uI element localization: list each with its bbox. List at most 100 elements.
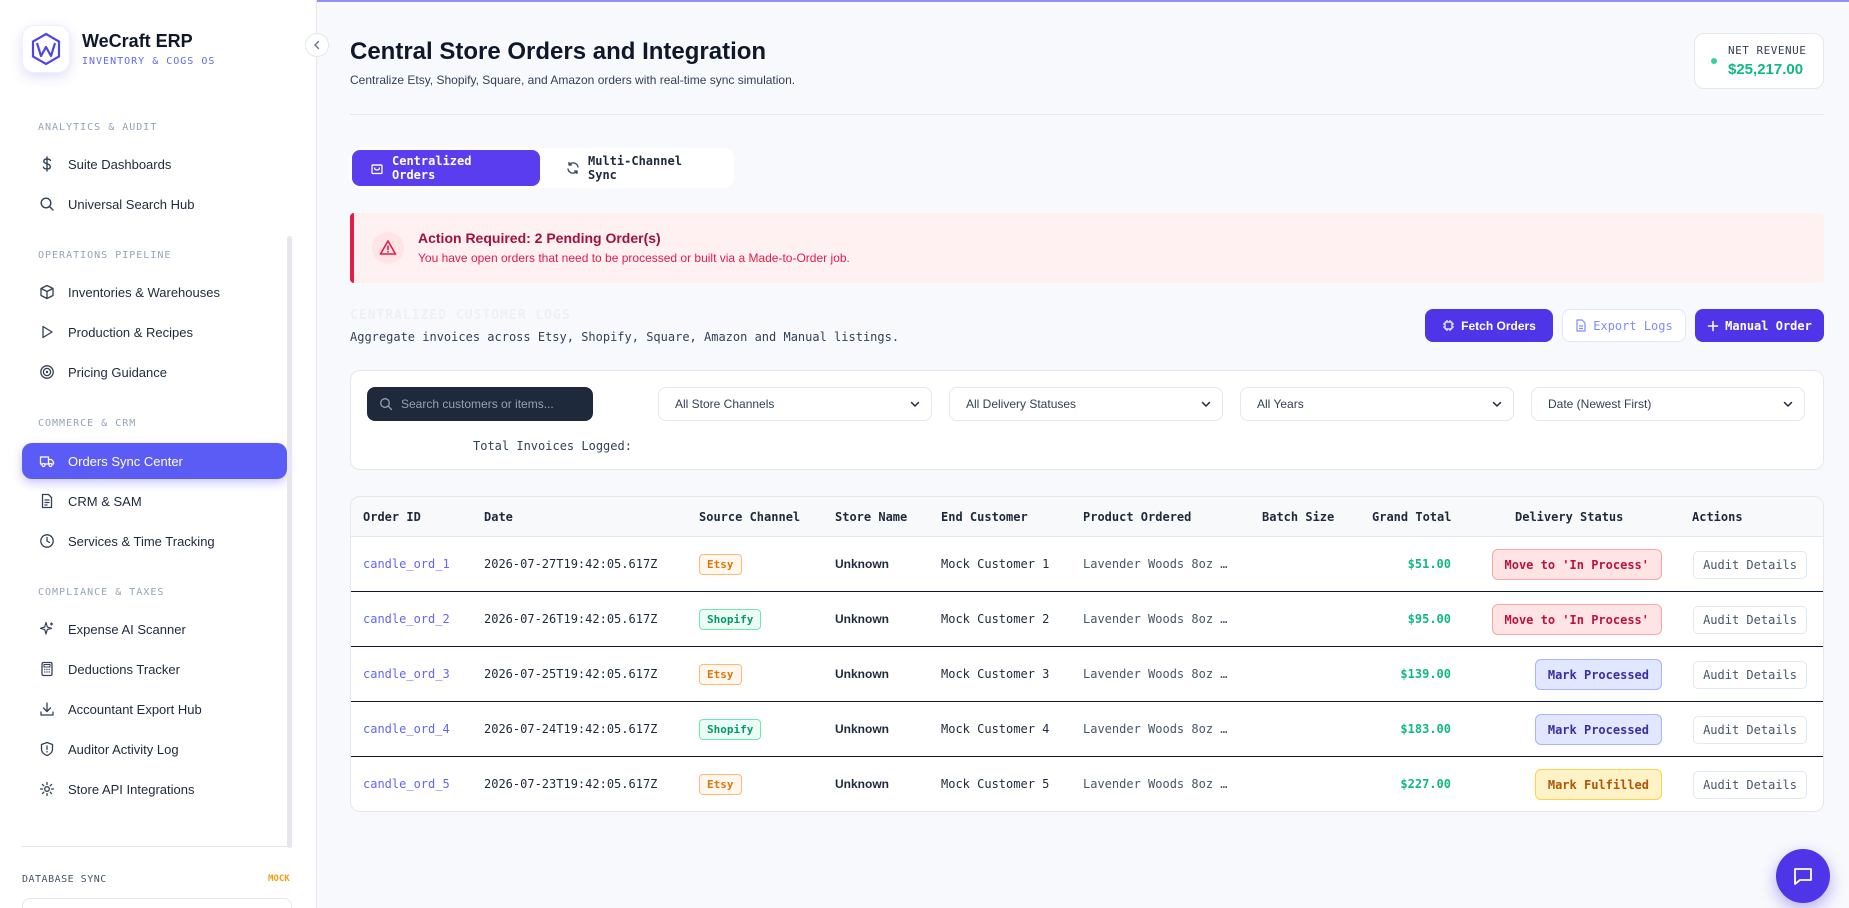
channel-badge: Etsy	[699, 774, 742, 795]
table-row: candle_ord_3 2026-07-25T19:42:05.617Z Et…	[351, 647, 1823, 702]
database-sync-label: DATABASE SYNC	[22, 874, 107, 885]
manual-order-label: Manual Order	[1725, 318, 1812, 333]
tab-multi-channel-sync[interactable]: Multi-Channel Sync	[548, 150, 734, 186]
chevron-left-icon	[314, 40, 320, 50]
fetch-orders-button[interactable]: Fetch Orders	[1425, 309, 1553, 342]
order-date: 2026-07-24T19:42:05.617Z	[484, 722, 658, 736]
net-revenue-label: NET REVENUE	[1728, 44, 1807, 57]
column-header: Source Channel	[699, 510, 801, 524]
sidebar-item-auditor-log[interactable]: Auditor Activity Log	[22, 731, 287, 767]
delivery-status-button[interactable]: Mark Processed	[1534, 714, 1662, 745]
store-name: Unknown	[835, 557, 889, 571]
alert-title: Action Required: 2 Pending Order(s)	[418, 230, 661, 246]
table-row: candle_ord_5 2026-07-23T19:42:05.617Z Et…	[351, 757, 1823, 811]
sidebar-item-store-api[interactable]: Store API Integrations	[22, 771, 287, 807]
sidebar-item-label: Orders Sync Center	[68, 453, 183, 469]
audit-details-button[interactable]: Audit Details	[1693, 551, 1807, 579]
column-header: Order ID	[363, 510, 421, 524]
sidebar-item-suite-dashboards[interactable]: Suite Dashboards	[22, 146, 287, 182]
grand-total: $51.00	[1407, 557, 1451, 571]
sidebar-item-pricing[interactable]: Pricing Guidance	[22, 354, 287, 390]
sidebar-item-inventories[interactable]: Inventories & Warehouses	[22, 274, 287, 310]
delivery-status-button[interactable]: Move to 'In Process'	[1491, 549, 1662, 580]
plus-icon	[1707, 320, 1719, 332]
audit-details-button[interactable]: Audit Details	[1693, 716, 1807, 744]
sidebar-item-label: Universal Search Hub	[68, 196, 195, 212]
order-id-link[interactable]: candle_ord_1	[363, 557, 450, 571]
years-select[interactable]: All Years	[1240, 387, 1514, 421]
download-icon	[38, 700, 56, 718]
orders-table: Order ID Date Source Channel Store Name …	[350, 496, 1824, 812]
product-ordered: Lavender Woods 8oz …	[1083, 777, 1228, 791]
chevron-down-icon	[1783, 401, 1793, 408]
chevron-down-icon	[910, 401, 920, 408]
chevron-down-icon	[1492, 401, 1502, 408]
chip-icon	[1442, 319, 1455, 332]
delivery-status-select[interactable]: All Delivery Statuses	[949, 387, 1223, 421]
order-id-link[interactable]: candle_ord_2	[363, 612, 450, 626]
audit-details-button[interactable]: Audit Details	[1693, 606, 1807, 634]
chevron-down-icon	[1201, 401, 1211, 408]
export-logs-label: Export Logs	[1593, 318, 1673, 333]
sparkle-icon	[38, 620, 56, 638]
sidebar-item-label: Store API Integrations	[68, 781, 195, 797]
sidebar-item-label: Services & Time Tracking	[68, 533, 215, 549]
grand-total: $139.00	[1400, 667, 1451, 681]
column-header: Grand Total	[1372, 510, 1452, 524]
play-icon	[38, 323, 56, 341]
order-id-link[interactable]: candle_ord_5	[363, 777, 450, 791]
status-dot-icon	[1711, 58, 1717, 64]
page-subtitle: Centralize Etsy, Shopify, Square, and Am…	[350, 73, 796, 87]
sidebar-item-production[interactable]: Production & Recipes	[22, 314, 287, 350]
order-id-link[interactable]: candle_ord_3	[363, 667, 450, 681]
delivery-status-button[interactable]: Mark Fulfilled	[1534, 769, 1662, 800]
delivery-status-button[interactable]: Mark Processed	[1534, 659, 1662, 690]
truck-icon	[38, 452, 56, 470]
sidebar-scrollbar[interactable]	[287, 236, 292, 848]
audit-details-button[interactable]: Audit Details	[1693, 771, 1807, 799]
grand-total: $183.00	[1400, 722, 1451, 736]
net-revenue-card: NET REVENUE $25,217.00	[1694, 33, 1824, 89]
brand[interactable]: WeCraft ERP INVENTORY & COGS OS	[22, 25, 215, 73]
grand-total: $95.00	[1407, 612, 1451, 626]
search-icon	[38, 195, 56, 213]
sidebar-item-deductions[interactable]: Deductions Tracker	[22, 651, 287, 687]
document-icon	[38, 492, 56, 510]
search-box[interactable]	[367, 387, 593, 421]
sidebar-item-expense-scanner[interactable]: Expense AI Scanner	[22, 611, 287, 647]
sidebar-item-crm[interactable]: CRM & SAM	[22, 483, 287, 519]
ledger-heading: CENTRALIZED CUSTOMER LOGS	[350, 308, 571, 323]
channel-select[interactable]: All Store Channels	[658, 387, 932, 421]
brand-subtitle: INVENTORY & COGS OS	[82, 56, 216, 67]
order-id-link[interactable]: candle_ord_4	[363, 722, 450, 736]
wecraft-logo-icon	[22, 25, 70, 73]
channel-select-value: All Store Channels	[675, 397, 775, 411]
column-header: End Customer	[941, 510, 1028, 524]
sidebar-item-orders-sync[interactable]: Orders Sync Center	[22, 443, 287, 479]
ledger-subtitle: Aggregate invoices across Etsy, Shopify,…	[350, 330, 900, 344]
product-ordered: Lavender Woods 8oz …	[1083, 722, 1228, 736]
end-customer: Mock Customer 3	[941, 667, 1050, 681]
box-icon	[38, 283, 56, 301]
chat-bubble-icon	[1794, 868, 1812, 885]
collapse-sidebar-button[interactable]	[305, 33, 329, 57]
tab-bar: Centralized Orders Multi-Channel Sync	[350, 148, 734, 188]
export-logs-button[interactable]: Export Logs	[1562, 309, 1686, 342]
sort-select[interactable]: Date (Newest First)	[1531, 387, 1805, 421]
tab-centralized-orders[interactable]: Centralized Orders	[352, 150, 540, 186]
sidebar-item-label: Deductions Tracker	[68, 661, 180, 677]
chat-button[interactable]	[1776, 849, 1830, 903]
total-invoices-label: Total Invoices Logged:	[473, 439, 632, 453]
audit-details-button[interactable]: Audit Details	[1693, 661, 1807, 689]
sidebar-item-universal-search[interactable]: Universal Search Hub	[22, 186, 287, 222]
refresh-icon	[566, 161, 580, 175]
sidebar-divider	[22, 846, 292, 847]
manual-order-button[interactable]: Manual Order	[1695, 309, 1824, 342]
search-input[interactable]	[401, 397, 581, 411]
fetch-orders-label: Fetch Orders	[1461, 318, 1536, 333]
delivery-status-button[interactable]: Move to 'In Process'	[1491, 604, 1662, 635]
store-name: Unknown	[835, 722, 889, 736]
sidebar-item-accountant-export[interactable]: Accountant Export Hub	[22, 691, 287, 727]
order-date: 2026-07-25T19:42:05.617Z	[484, 667, 658, 681]
sidebar-item-services[interactable]: Services & Time Tracking	[22, 523, 287, 559]
